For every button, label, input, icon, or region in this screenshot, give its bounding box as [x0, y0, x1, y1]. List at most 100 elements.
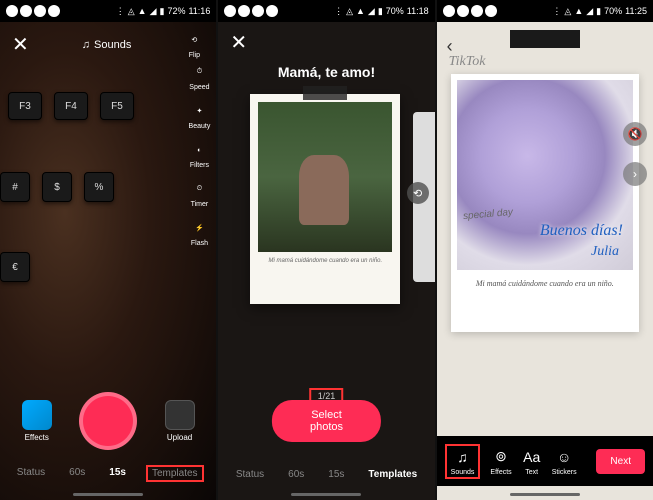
mode-15s[interactable]: 15s — [324, 467, 348, 482]
stickers-tool[interactable]: ☺Stickers — [552, 447, 577, 476]
swap-camera-icon[interactable]: ⟲ — [407, 182, 429, 204]
beauty-button[interactable]: ✦ Beauty — [189, 101, 211, 130]
upload-icon — [165, 400, 195, 430]
back-icon[interactable]: ‹ — [447, 36, 453, 57]
no-sim-icon: ◬ — [128, 6, 135, 17]
polaroid-card[interactable]: Mi mamá cuidándome cuando era un niño. — [250, 94, 400, 304]
battery-icon: ▮ — [596, 6, 601, 17]
tool-label: Beauty — [189, 123, 211, 130]
close-icon[interactable]: ✕ — [230, 30, 247, 55]
mode-15s[interactable]: 15s — [105, 465, 130, 482]
filters-button[interactable]: ◐ Filters — [189, 140, 209, 169]
tool-label: Filters — [190, 162, 209, 169]
photo-overlay-name: Julia — [591, 244, 619, 260]
text-icon: Aa — [522, 447, 542, 467]
effects-tool[interactable]: ⊚Effects — [490, 447, 511, 476]
status-right: ⋮ ◬ ▲ ◢ ▮ 70% 11:25 — [552, 6, 647, 17]
beauty-icon: ✦ — [189, 101, 209, 121]
photo-caption: Mi mamá cuidándome cuando era un niño. — [457, 278, 633, 289]
camera-screen: F3 F4 F5 # $ % € ✕ ♫Sounds ⟲Flip ⏱Speed … — [0, 22, 216, 500]
select-photos-button[interactable]: Select photos — [272, 400, 380, 442]
music-note-icon: ♫ — [82, 39, 90, 51]
tool-label: Sounds — [451, 469, 475, 476]
sounds-label: Sounds — [94, 39, 131, 51]
clock: 11:25 — [625, 6, 647, 16]
tool-label: Text — [525, 469, 538, 476]
top-controls: ✕ — [218, 30, 434, 55]
wifi-icon: ▲ — [356, 6, 365, 16]
wifi-icon: ▲ — [138, 6, 147, 16]
tiktok-watermark: TikTok — [449, 54, 486, 70]
status-left — [224, 5, 278, 17]
flash-icon: ⚡ — [189, 218, 209, 238]
effects-button[interactable]: Effects — [22, 400, 52, 442]
mode-60s[interactable]: 60s — [65, 465, 89, 482]
status-right: ⋮ ◬ ▲ ◢ ▮ 72% 11:16 — [116, 6, 211, 17]
status-bar: ⋮ ◬ ▲ ◢ ▮ 72% 11:16 — [0, 0, 216, 22]
effects-icon: ⊚ — [491, 447, 511, 467]
stickers-icon: ☺ — [554, 447, 574, 467]
mode-templates[interactable]: Templates — [146, 465, 204, 482]
effects-icon — [22, 400, 52, 430]
upload-button[interactable]: Upload — [165, 400, 195, 442]
phone-screen-camera: ⋮ ◬ ▲ ◢ ▮ 72% 11:16 F3 F4 F5 # $ % € ✕ ♫… — [0, 0, 216, 500]
keyboard-key: € — [0, 252, 30, 282]
mode-selector: Status 60s 15s Templates — [0, 465, 216, 482]
no-sim-icon: ◬ — [564, 6, 571, 17]
timer-button[interactable]: ⏲Timer — [189, 179, 209, 208]
flash-button[interactable]: ⚡Flash — [189, 218, 209, 247]
filters-icon: ◐ — [189, 140, 209, 160]
right-toolbar: ⏱Speed ✦ Beauty ◐ Filters ⏲Timer ⚡Flash — [189, 62, 211, 247]
vibrate-icon: ⋮ — [116, 6, 125, 17]
record-button[interactable] — [79, 392, 137, 450]
home-indicator[interactable] — [73, 493, 143, 496]
clock: 11:18 — [407, 6, 429, 16]
phone-screen-template: ⋮ ◬ ▲ ◢ ▮ 70% 11:18 ✕ Mamá, te amo! Mi m… — [218, 0, 434, 500]
add-sound-button[interactable]: ♫ Sounds — [29, 39, 185, 51]
photo-card[interactable]: special day Buenos días! Julia Mi mamá c… — [451, 74, 639, 332]
sounds-tool[interactable]: ♫Sounds — [445, 444, 481, 479]
home-indicator[interactable] — [291, 493, 361, 496]
battery-percent: 70% — [604, 6, 622, 16]
signal-icon: ◢ — [150, 6, 157, 17]
volume-icon[interactable]: 🔇 — [623, 122, 647, 146]
chevron-right-icon[interactable]: › — [623, 162, 647, 186]
battery-percent: 70% — [386, 6, 404, 16]
keyboard-key: $ — [42, 172, 72, 202]
home-indicator[interactable] — [510, 493, 580, 496]
battery-icon: ▮ — [160, 6, 165, 17]
text-tool[interactable]: Aa Text — [522, 447, 542, 476]
upload-label: Upload — [167, 433, 192, 442]
mode-60s[interactable]: 60s — [284, 467, 308, 482]
status-bar: ⋮ ◬ ▲ ◢ ▮ 70% 11:25 — [437, 0, 653, 22]
status-left — [6, 5, 60, 17]
speed-button[interactable]: ⏱Speed — [189, 62, 209, 91]
vibrate-icon: ⋮ — [552, 6, 561, 17]
flip-button[interactable]: ⟲ Flip — [184, 30, 204, 59]
mode-status[interactable]: Status — [232, 467, 268, 482]
template-photo — [258, 102, 392, 252]
photo-overlay-label: special day — [462, 207, 513, 222]
mode-templates[interactable]: Templates — [364, 467, 421, 482]
close-icon[interactable]: ✕ — [12, 32, 29, 57]
editor-screen: TikTok ‹ special day Buenos días! Julia … — [437, 22, 653, 500]
mode-selector: Status 60s 15s Templates — [218, 467, 434, 482]
keyboard-key: % — [84, 172, 114, 202]
flip-icon: ⟲ — [184, 30, 204, 50]
phone-screen-editor: ⋮ ◬ ▲ ◢ ▮ 70% 11:25 TikTok ‹ special day… — [437, 0, 653, 500]
next-button[interactable]: Next — [596, 449, 645, 474]
mode-status[interactable]: Status — [13, 465, 49, 482]
keyboard-key: F5 — [100, 92, 134, 120]
effects-label: Effects — [25, 433, 49, 442]
signal-icon: ◢ — [586, 6, 593, 17]
tool-label: Flip — [189, 52, 200, 59]
keyboard-key: F3 — [8, 92, 42, 120]
speed-icon: ⏱ — [189, 62, 209, 82]
bottom-controls: Effects Upload — [0, 392, 216, 450]
status-left — [443, 5, 497, 17]
template-title: Mamá, te amo! — [218, 64, 434, 80]
keyboard-key: # — [0, 172, 30, 202]
vibrate-icon: ⋮ — [334, 6, 343, 17]
tool-label: Timer — [191, 201, 209, 208]
wifi-icon: ▲ — [574, 6, 583, 16]
